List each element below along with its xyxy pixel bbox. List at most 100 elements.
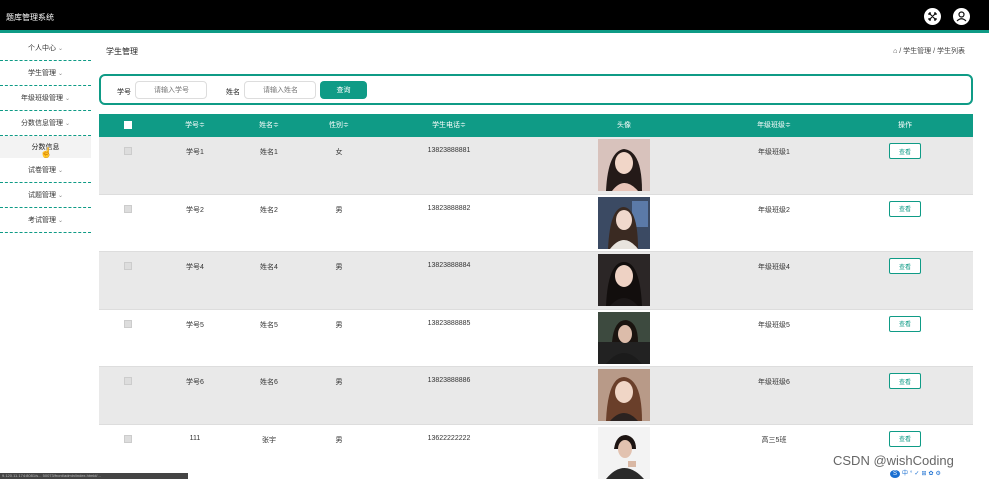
student-avatar <box>598 254 650 306</box>
student-id: 学号6 <box>186 379 204 386</box>
page-title: 学生管理 <box>106 47 138 56</box>
table-row: 学号6 姓名6 男 13823888886 年级班级6 查看 <box>99 367 973 425</box>
student-gender: 男 <box>335 264 343 271</box>
breadcrumb: ⌂ / 学生管理 / 学生列表 <box>893 46 965 56</box>
sidebar-item-label: 试题管理 <box>27 192 56 199</box>
column-header-avatar: 头像 <box>617 122 631 129</box>
sidebar-item-score-management[interactable]: 分数信息管理 ⌄ <box>0 111 91 136</box>
sidebar-item-label: 试卷管理 <box>27 167 56 174</box>
chevron-down-icon: ⌄ <box>57 45 64 52</box>
chevron-down-icon: ⌄ <box>57 217 64 224</box>
student-gender: 男 <box>335 206 343 214</box>
table-row: 学号5 姓名5 男 13823888885 年级班级5 查看 <box>99 309 973 367</box>
main-content: 学生管理 ⌂ / 学生管理 / 学生列表 学号 姓名 查询 学号≑ 姓名≑ 性别… <box>99 36 989 479</box>
user-icon[interactable] <box>953 8 970 25</box>
student-class: 年级班级1 <box>758 149 790 156</box>
student-name: 姓名4 <box>260 264 278 271</box>
student-table: 学号≑ 姓名≑ 性别≑ 学生电话≑ 头像 年级班级≑ 操作 学号1 姓名1 女 … <box>99 114 973 479</box>
sidebar-item-paper-management[interactable]: 试卷管理 ⌄ <box>0 158 91 183</box>
student-name: 姓名5 <box>260 321 278 329</box>
student-class: 高三5班 <box>761 436 787 444</box>
row-checkbox[interactable] <box>124 147 132 155</box>
student-gender: 男 <box>335 436 343 444</box>
student-gender: 女 <box>335 149 343 156</box>
sidebar: 个人中心 ⌄ 学生管理 ⌄ 年级班级管理 ⌄ 分数信息管理 ⌄ 分数信息 ☝ 试… <box>0 36 91 479</box>
table-row: 学号1 姓名1 女 13823888881 年级班级1 查看 <box>99 137 973 195</box>
student-id: 学号5 <box>186 321 204 329</box>
student-avatar <box>598 311 650 364</box>
student-phone: 13823888885 <box>427 319 471 327</box>
view-button[interactable]: 查看 <box>889 315 921 332</box>
status-bar-url: 9.120.11.174:8081/s... 50073/front/admin… <box>0 473 188 479</box>
column-header-name[interactable]: 姓名≑ <box>249 114 289 137</box>
sidebar-item-student-management[interactable]: 学生管理 ⌄ <box>0 61 91 86</box>
sidebar-item-exam-management[interactable]: 考试管理 ⌄ <box>0 208 91 233</box>
home-icon[interactable]: ⌂ <box>893 48 897 55</box>
table-row: 111 张宇 男 13622222222 高三5班 查看 <box>99 424 973 479</box>
row-checkbox[interactable] <box>124 377 132 385</box>
chevron-down-icon: ⌄ <box>64 120 71 127</box>
student-name: 姓名2 <box>260 206 278 214</box>
student-avatar <box>598 426 650 479</box>
sidebar-item-class-management[interactable]: 年级班级管理 ⌄ <box>0 86 91 111</box>
table-row: 学号2 姓名2 男 13823888882 年级班级2 查看 <box>99 194 973 252</box>
student-phone: 13823888882 <box>427 204 471 212</box>
sidebar-item-label: 分数信息管理 <box>20 120 63 127</box>
student-class: 年级班级6 <box>758 379 790 386</box>
view-button[interactable]: 查看 <box>889 258 921 274</box>
column-header-gender[interactable]: 性别≑ <box>319 114 359 137</box>
student-id-input[interactable] <box>135 81 207 99</box>
student-avatar <box>598 196 650 249</box>
search-button[interactable]: 查询 <box>320 81 367 99</box>
table-header: 学号≑ 姓名≑ 性别≑ 学生电话≑ 头像 年级班级≑ 操作 <box>99 114 973 137</box>
student-name: 张宇 <box>262 436 276 444</box>
column-header-actions: 操作 <box>898 122 912 129</box>
column-header-phone[interactable]: 学生电话≑ <box>409 114 489 137</box>
row-checkbox[interactable] <box>124 319 132 328</box>
column-header-id[interactable]: 学号≑ <box>175 114 215 137</box>
tray-item[interactable]: ° <box>910 470 912 478</box>
row-checkbox[interactable] <box>124 262 132 270</box>
app-title: 题库管理系统 <box>6 13 54 22</box>
student-id-label: 学号 <box>117 89 131 96</box>
chevron-down-icon: ⌄ <box>57 192 64 199</box>
sidebar-subitem-score-info[interactable]: 分数信息 ☝ <box>0 136 91 159</box>
view-button[interactable]: 查看 <box>889 200 921 217</box>
table-row: 学号4 姓名4 男 13823888884 年级班级4 查看 <box>99 252 973 310</box>
row-checkbox[interactable] <box>124 204 132 213</box>
select-all-checkbox[interactable] <box>124 121 132 129</box>
view-button[interactable]: 查看 <box>889 373 921 389</box>
chevron-down-icon: ⌄ <box>64 95 71 102</box>
fullscreen-icon[interactable] <box>924 8 941 25</box>
student-gender: 男 <box>335 379 343 386</box>
tray-item[interactable]: ⊞ <box>921 470 926 478</box>
sidebar-item-personal-center[interactable]: 个人中心 ⌄ <box>0 36 91 61</box>
student-class: 年级班级5 <box>758 321 790 329</box>
tray-item[interactable]: 中 <box>902 470 908 478</box>
watermark: CSDN @wishCoding <box>833 453 954 468</box>
view-button[interactable]: 查看 <box>889 430 921 447</box>
system-tray: S 中 ° ✓ ⊞ ✿ ⚙ <box>890 470 941 479</box>
student-id: 学号4 <box>186 264 204 271</box>
sidebar-item-label: 年级班级管理 <box>20 95 63 102</box>
student-name-input[interactable] <box>244 81 316 99</box>
breadcrumb-path[interactable]: / 学生管理 / 学生列表 <box>899 48 965 55</box>
column-header-class[interactable]: 年级班级≑ <box>739 114 809 137</box>
student-phone: 13823888886 <box>427 377 471 384</box>
tray-item[interactable]: ⚙ <box>936 470 941 478</box>
tray-item[interactable]: ✿ <box>928 470 933 478</box>
search-panel: 学号 姓名 查询 <box>99 74 973 105</box>
row-checkbox[interactable] <box>124 434 132 443</box>
tray-item[interactable]: ✓ <box>914 470 919 478</box>
student-name: 姓名6 <box>260 379 278 386</box>
student-class: 年级班级4 <box>758 264 790 271</box>
sidebar-item-label: 考试管理 <box>27 217 56 224</box>
student-gender: 男 <box>335 321 343 329</box>
student-class: 年级班级2 <box>758 206 790 214</box>
view-button[interactable]: 查看 <box>889 143 921 159</box>
top-bar: 题库管理系统 <box>0 0 989 33</box>
input-method-icon[interactable]: S <box>890 470 900 478</box>
sidebar-item-question-management[interactable]: 试题管理 ⌄ <box>0 183 91 208</box>
student-avatar <box>598 139 650 191</box>
chevron-down-icon: ⌄ <box>57 70 64 77</box>
